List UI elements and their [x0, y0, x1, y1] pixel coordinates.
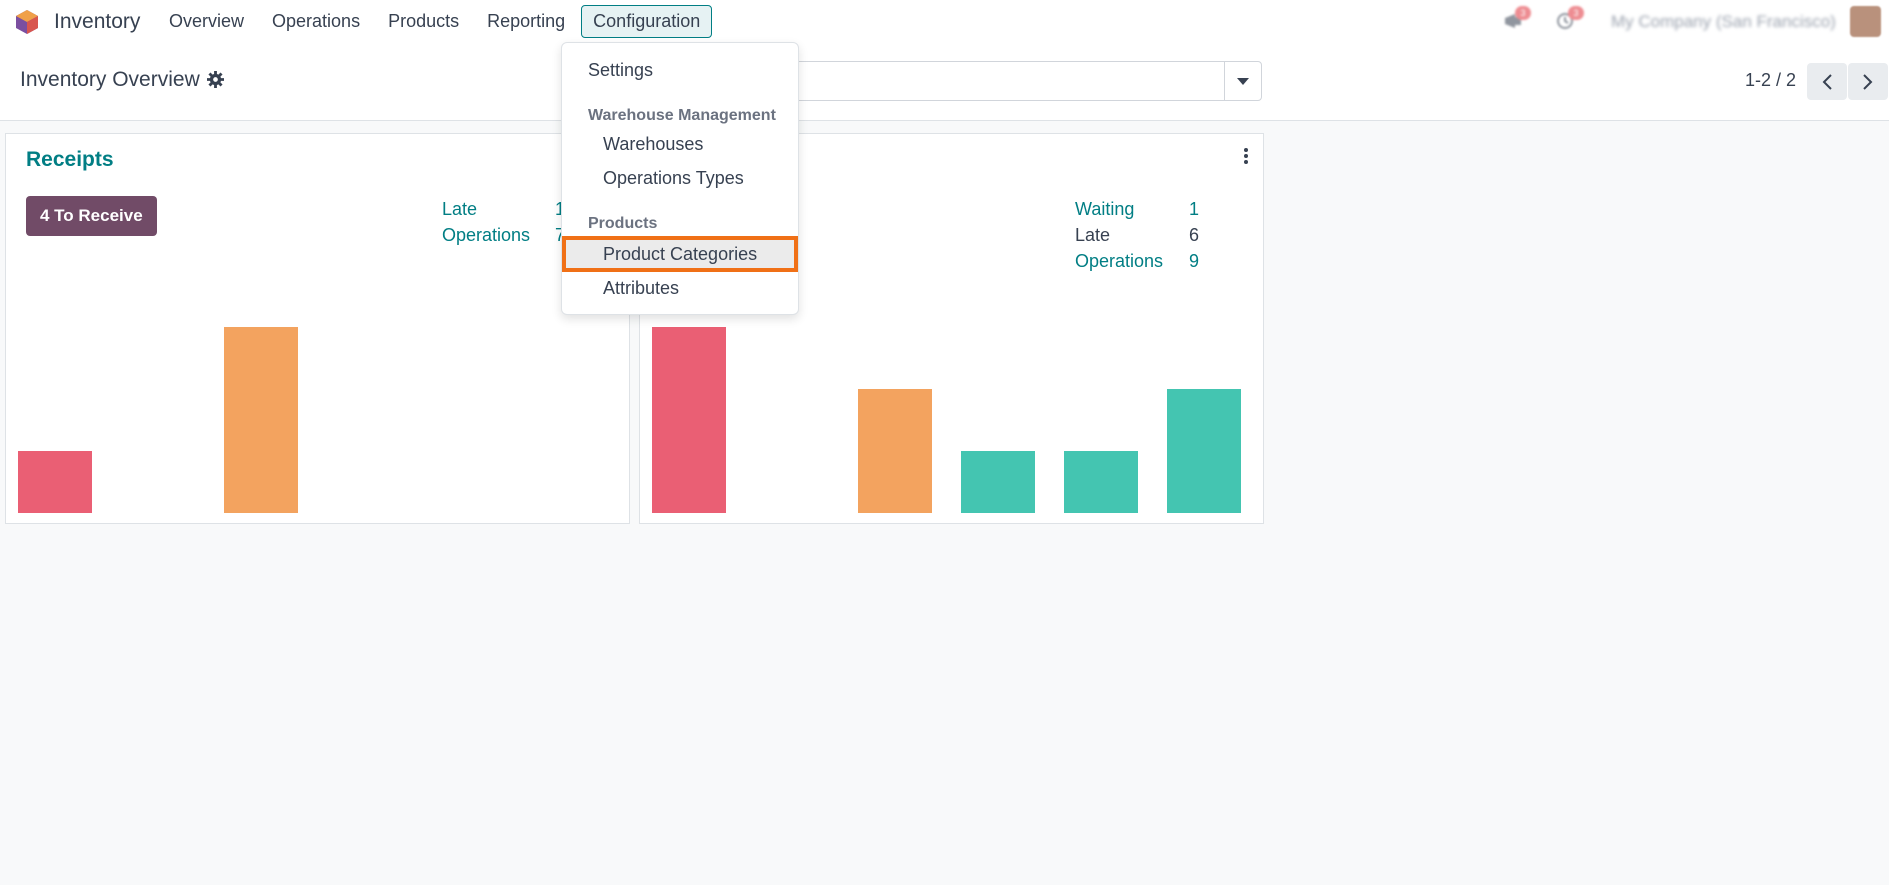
- main-menu: Overview Operations Products Reporting C…: [157, 0, 716, 43]
- chart-bar[interactable]: [224, 327, 298, 513]
- chart-bar[interactable]: [652, 327, 726, 513]
- menu-reporting[interactable]: Reporting: [475, 5, 577, 38]
- receipts-late-label[interactable]: Late: [442, 199, 477, 220]
- inventory-app-logo-icon[interactable]: [14, 9, 40, 35]
- menu-configuration[interactable]: Configuration: [581, 5, 713, 38]
- caret-down-icon: [1237, 77, 1249, 85]
- activity-badge: 3: [1515, 6, 1531, 20]
- top-navbar: Inventory Overview Operations Products R…: [0, 0, 1889, 43]
- dropdown-products-header: Products: [588, 215, 658, 232]
- menu-products[interactable]: Products: [376, 5, 471, 38]
- clock-badge: 3: [1568, 6, 1584, 20]
- deliveries-late-value[interactable]: 6: [1189, 225, 1199, 246]
- deliveries-operations-label[interactable]: Operations: [1075, 251, 1163, 272]
- search-input[interactable]: [780, 61, 1262, 101]
- dropdown-warehouse-header: Warehouse Management: [588, 107, 776, 124]
- menu-overview[interactable]: Overview: [157, 5, 256, 38]
- dropdown-product-categories[interactable]: Product Categories: [562, 236, 798, 272]
- deliveries-waiting-value[interactable]: 1: [1189, 199, 1199, 220]
- receipts-graph[interactable]: [18, 313, 618, 513]
- chevron-left-icon: [1822, 73, 1832, 90]
- deliveries-operations-value[interactable]: 9: [1189, 251, 1199, 272]
- company-switcher[interactable]: My Company (San Francisco): [1611, 12, 1836, 32]
- app-name[interactable]: Inventory: [54, 10, 140, 34]
- kebab-menu-icon[interactable]: [1243, 148, 1249, 166]
- megaphone-icon[interactable]: 3: [1503, 6, 1531, 30]
- clock-icon[interactable]: 3: [1556, 6, 1584, 30]
- chart-bar[interactable]: [1167, 389, 1241, 513]
- chart-bar[interactable]: [18, 451, 92, 513]
- page-title: Inventory Overview: [20, 68, 200, 91]
- chart-bar[interactable]: [961, 451, 1035, 513]
- chevron-right-icon: [1863, 73, 1873, 90]
- to-receive-button[interactable]: 4 To Receive: [26, 196, 157, 236]
- gear-icon[interactable]: [207, 71, 224, 88]
- user-avatar[interactable]: [1850, 6, 1881, 37]
- dropdown-warehouses[interactable]: Warehouses: [562, 134, 839, 155]
- receipts-operations-label[interactable]: Operations: [442, 225, 530, 246]
- deliveries-graph[interactable]: [652, 313, 1252, 513]
- pager-value[interactable]: 1-2 / 2: [1745, 70, 1796, 91]
- pager-next-button[interactable]: [1848, 63, 1888, 100]
- control-panel: Inventory Overview 1-2 / 2: [0, 43, 1889, 121]
- dropdown-settings[interactable]: Settings: [562, 60, 824, 81]
- receipts-card: Receipts 4 To Receive Late 1 Operations …: [5, 133, 630, 524]
- pager-previous-button[interactable]: [1807, 63, 1847, 100]
- chart-bar[interactable]: [1064, 451, 1138, 513]
- menu-operations[interactable]: Operations: [260, 5, 372, 38]
- search-options-toggle[interactable]: [1224, 62, 1261, 100]
- dropdown-attributes[interactable]: Attributes: [562, 278, 839, 299]
- configuration-dropdown: Settings Warehouse Management Warehouses…: [561, 42, 799, 315]
- receipts-title[interactable]: Receipts: [26, 148, 114, 172]
- dropdown-operation-types[interactable]: Operations Types: [562, 168, 839, 189]
- deliveries-late-label[interactable]: Late: [1075, 225, 1110, 246]
- deliveries-waiting-label[interactable]: Waiting: [1075, 199, 1134, 220]
- chart-bar[interactable]: [858, 389, 932, 513]
